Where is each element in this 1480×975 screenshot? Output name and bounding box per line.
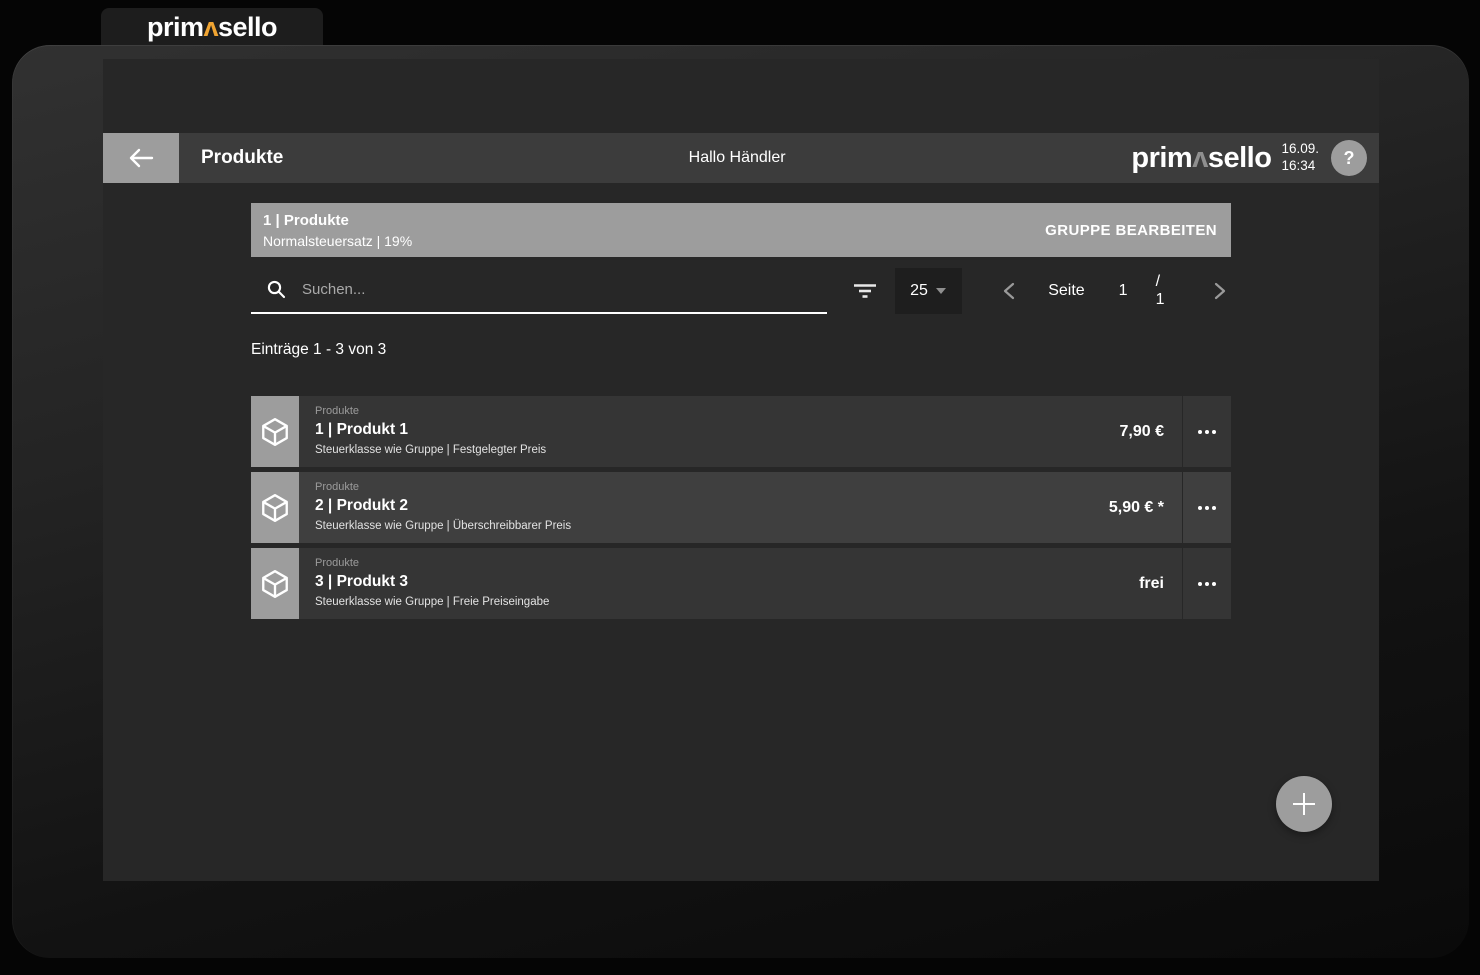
row-menu-button[interactable] (1182, 548, 1231, 619)
app-header: Produkte Hallo Händler primʌsello 16.09.… (103, 133, 1379, 183)
page-title: Produkte (201, 147, 283, 169)
next-page-button[interactable] (1208, 282, 1231, 300)
product-name: 3 | Produkt 3 (315, 571, 1139, 593)
datetime-display: 16.09. 16:34 (1281, 141, 1319, 175)
pagination: Seite 1 / 1 (998, 268, 1231, 314)
ellipsis-icon (1198, 506, 1216, 510)
product-category: Produkte (315, 480, 1109, 495)
product-icon-cell (251, 472, 299, 543)
browser-tab[interactable]: primʌsello (101, 8, 323, 46)
list-toolbar: 25 Seite 1 / 1 (251, 268, 1231, 314)
page-size-select[interactable]: 25 (895, 268, 962, 314)
back-arrow-icon (128, 148, 154, 168)
greeting-text: Hallo Händler (689, 149, 786, 167)
product-price: 5,90 € * (1109, 499, 1182, 517)
product-details: Steuerklasse wie Gruppe | Festgelegter P… (315, 442, 1120, 459)
chevron-right-icon (1214, 282, 1226, 300)
search-box[interactable] (251, 268, 827, 314)
row-menu-button[interactable] (1182, 472, 1231, 543)
filter-icon (853, 283, 877, 299)
header-brand-logo: primʌsello (1131, 142, 1271, 175)
page-label: Seite (1048, 282, 1084, 300)
chevron-down-icon (936, 288, 946, 294)
logo-caret-icon: ʌ (203, 12, 218, 42)
app-window: Produkte Hallo Händler primʌsello 16.09.… (103, 59, 1379, 881)
product-info: Produkte 1 | Produkt 1 Steuerklasse wie … (299, 396, 1120, 467)
search-icon (267, 280, 286, 299)
brand-logo: primʌsello (147, 12, 277, 43)
product-name: 2 | Produkt 2 (315, 495, 1109, 517)
date-text: 16.09. (1281, 141, 1319, 156)
product-row[interactable]: Produkte 2 | Produkt 2 Steuerklasse wie … (251, 472, 1231, 543)
total-pages-text: / 1 (1156, 273, 1173, 309)
entries-count-text: Einträge 1 - 3 von 3 (251, 341, 386, 359)
product-price: 7,90 € (1120, 423, 1182, 441)
edit-group-button[interactable]: GRUPPE BEARBEITEN (1045, 222, 1217, 239)
ellipsis-icon (1198, 582, 1216, 586)
product-list: Produkte 1 | Produkt 1 Steuerklasse wie … (251, 396, 1231, 624)
product-category: Produkte (315, 556, 1139, 571)
product-price: frei (1139, 575, 1182, 593)
prev-page-button[interactable] (998, 282, 1021, 300)
logo-caret-icon: ʌ (1192, 142, 1208, 174)
product-icon-cell (251, 396, 299, 467)
product-category: Produkte (315, 404, 1120, 419)
header-right-group: primʌsello 16.09. 16:34 ? (1131, 140, 1379, 176)
product-row[interactable]: Produkte 3 | Produkt 3 Steuerklasse wie … (251, 548, 1231, 619)
product-details: Steuerklasse wie Gruppe | Freie Preisein… (315, 594, 1139, 611)
product-info: Produkte 2 | Produkt 2 Steuerklasse wie … (299, 472, 1109, 543)
time-text: 16:34 (1281, 158, 1315, 173)
current-page-value[interactable]: 1 (1119, 282, 1128, 300)
product-icon-cell (251, 548, 299, 619)
cube-icon (260, 568, 290, 600)
chevron-left-icon (1003, 282, 1015, 300)
ellipsis-icon (1198, 430, 1216, 434)
search-input[interactable] (302, 281, 823, 298)
cube-icon (260, 492, 290, 524)
plus-icon (1291, 791, 1317, 817)
group-title: 1 | Produkte (263, 210, 412, 232)
product-row[interactable]: Produkte 1 | Produkt 1 Steuerklasse wie … (251, 396, 1231, 467)
page-size-value: 25 (910, 282, 928, 300)
product-info: Produkte 3 | Produkt 3 Steuerklasse wie … (299, 548, 1139, 619)
product-name: 1 | Produkt 1 (315, 419, 1120, 441)
logo-text-prefix: prim (147, 12, 204, 42)
group-info: 1 | Produkte Normalsteuersatz | 19% (263, 210, 412, 250)
logo-text-prefix: prim (1131, 142, 1192, 174)
logo-text-suffix: sello (218, 12, 277, 42)
product-details: Steuerklasse wie Gruppe | Überschreibbar… (315, 518, 1109, 535)
back-button[interactable] (103, 133, 179, 183)
cube-icon (260, 416, 290, 448)
filter-button[interactable] (847, 268, 882, 314)
add-product-button[interactable] (1276, 776, 1332, 832)
logo-text-suffix: sello (1208, 142, 1272, 174)
group-subtitle: Normalsteuersatz | 19% (263, 232, 412, 250)
question-mark-icon: ? (1344, 148, 1355, 169)
group-header-bar: 1 | Produkte Normalsteuersatz | 19% GRUP… (251, 203, 1231, 257)
row-menu-button[interactable] (1182, 396, 1231, 467)
help-button[interactable]: ? (1331, 140, 1367, 176)
